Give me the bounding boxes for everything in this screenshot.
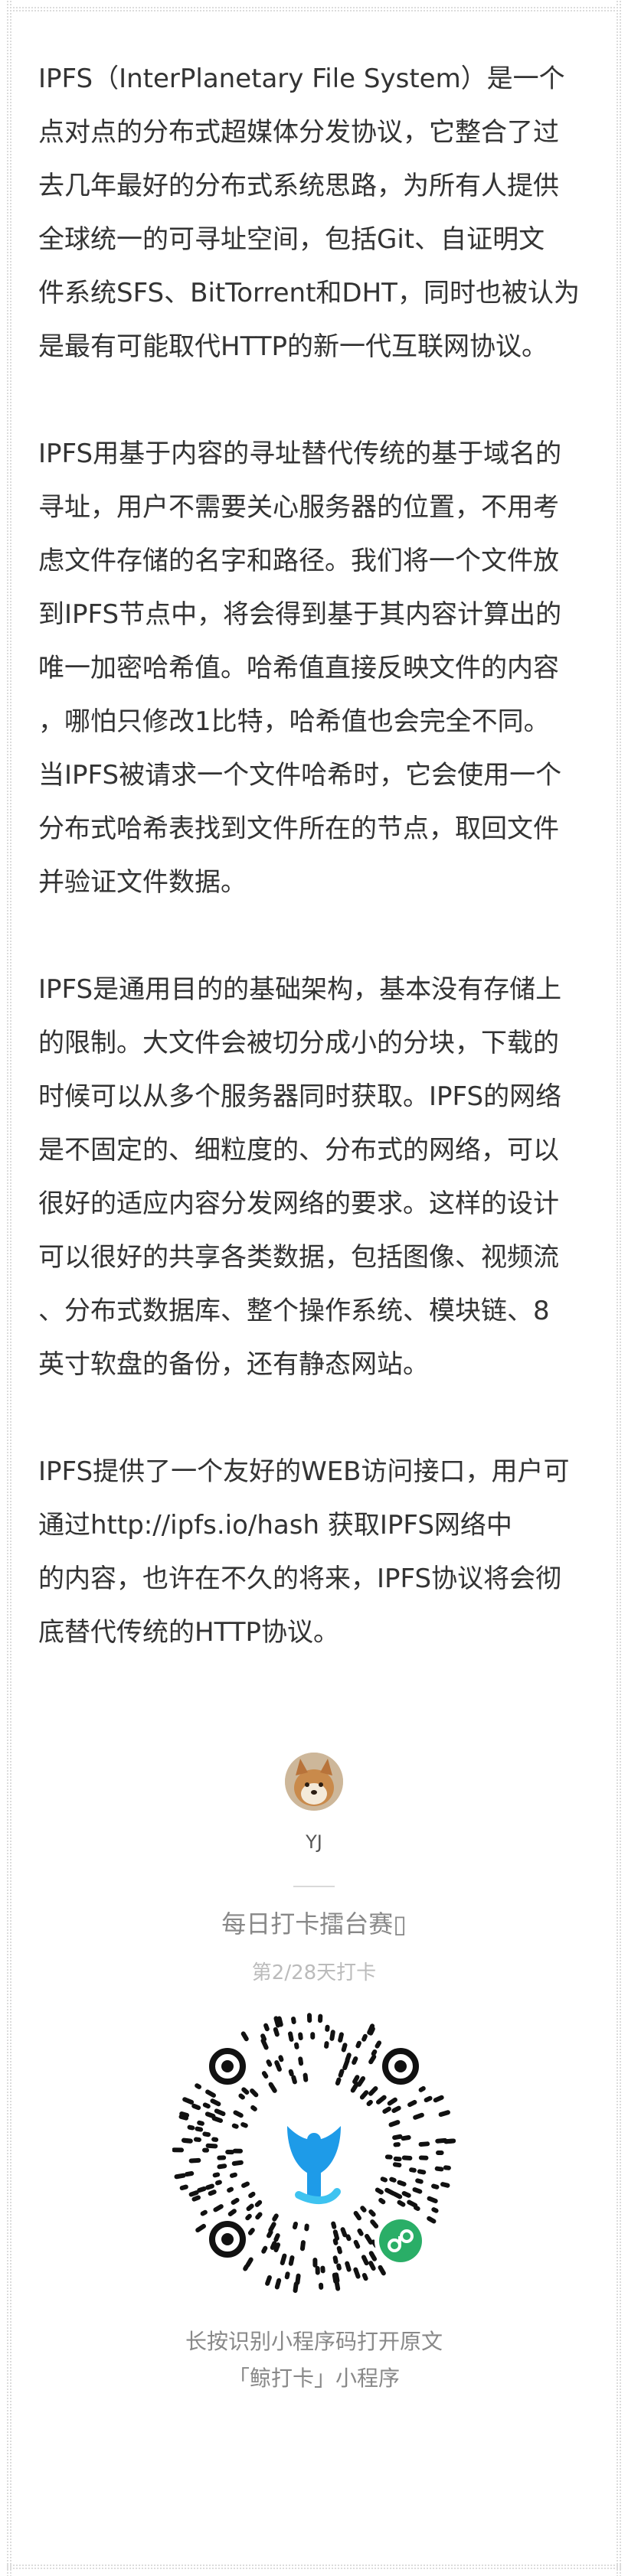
qr-caption: 长按识别小程序码打开原文 「鲸打卡」小程序 xyxy=(0,2323,628,2397)
username: YJ xyxy=(306,1831,322,1853)
article-page: IPFS（InterPlanetary File System）是一个 点对点的… xyxy=(0,0,628,2576)
mini-program-badge-icon xyxy=(375,2215,427,2267)
article-body: IPFS（InterPlanetary File System）是一个 点对点的… xyxy=(38,52,601,1713)
avatar[interactable] xyxy=(285,1753,343,1811)
checkin-footer: YJ 每日打卡擂台赛▯ 第2/28天打卡 长按识别小程序码打开原文 「鲸打卡」小… xyxy=(0,1753,628,2397)
paragraph-3: IPFS是通用目的的基础架构，基本没有存储上 的限制。大文件会被切分成小的分块，… xyxy=(38,974,562,1380)
dotted-border-top xyxy=(6,6,622,12)
shiba-dog-avatar-icon xyxy=(285,1753,343,1811)
paragraph-2: IPFS用基于内容的寻址替代传统的基于域名的 寻址，用户不需要关心服务器的位置，… xyxy=(38,439,562,898)
dotted-border-bottom xyxy=(6,2564,622,2570)
event-progress: 第2/28天打卡 xyxy=(251,1961,377,1984)
qr-code[interactable] xyxy=(172,2011,456,2294)
paragraph-4: IPFS提供了一个友好的WEB访问接口，用户可 通过http://ipfs.io… xyxy=(38,1456,570,1648)
paragraph-1: IPFS（InterPlanetary File System）是一个 点对点的… xyxy=(38,64,580,362)
mini-program-qr-icon xyxy=(172,2013,456,2294)
qr-caption-line-1: 长按识别小程序码打开原文 xyxy=(185,2329,443,2354)
event-title[interactable]: 每日打卡擂台赛▯ xyxy=(0,1909,628,1939)
qr-caption-line-2: 「鲸打卡」小程序 xyxy=(227,2366,400,2391)
divider xyxy=(293,1886,335,1887)
